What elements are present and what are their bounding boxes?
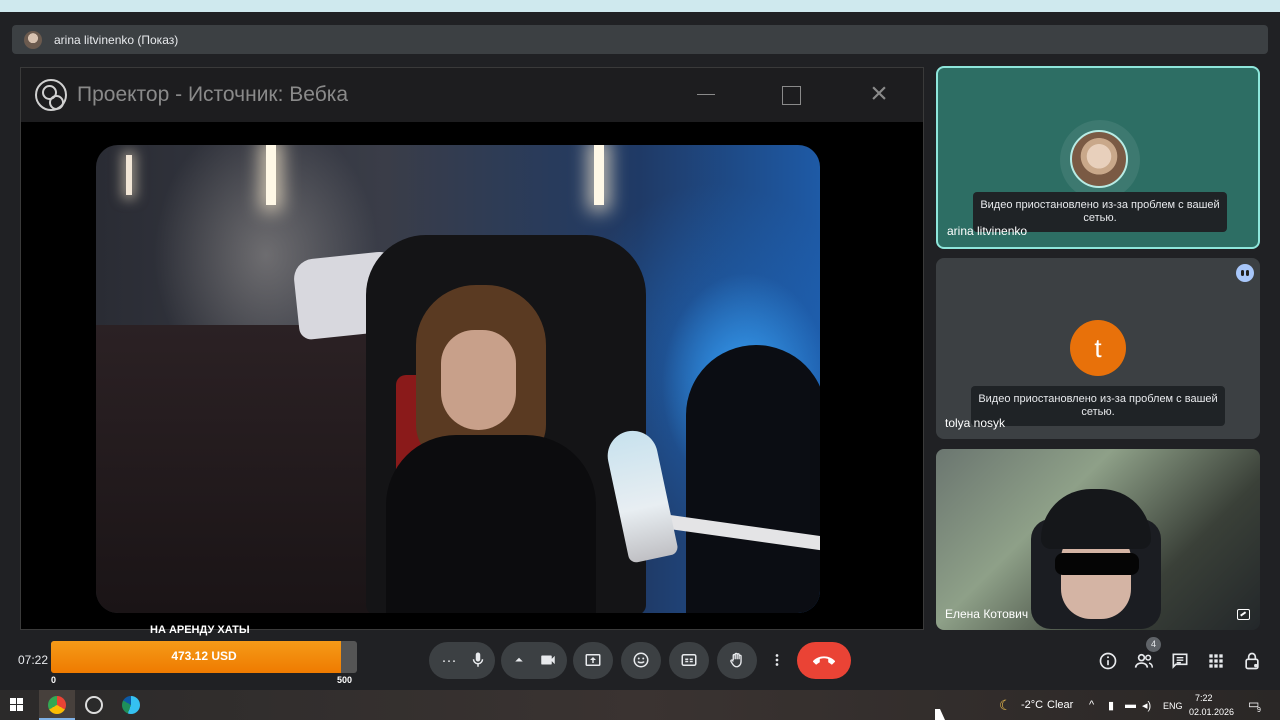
participant-tile[interactable]: Видео приостановлено из-за проблем с ваш… <box>936 66 1260 249</box>
mouse-cursor <box>935 709 945 720</box>
pin-icon[interactable] <box>1237 609 1250 620</box>
raise-hand-icon[interactable] <box>717 642 757 679</box>
end-call-icon <box>813 656 835 665</box>
background-chair <box>686 345 820 613</box>
taskbar-obs[interactable] <box>76 690 112 720</box>
maximize-button[interactable] <box>776 82 806 108</box>
browser-tab-strip <box>0 0 1280 12</box>
projector-titlebar[interactable]: Проектор - Источник: Вебка × <box>21 68 923 122</box>
donation-goal-min: 0 <box>51 675 57 685</box>
tray-volume-icon[interactable]: ◂) <box>1142 699 1151 712</box>
participant-name: arina litvinenko <box>947 224 1028 238</box>
chat-icon[interactable] <box>1170 651 1190 671</box>
end-call-button[interactable] <box>797 642 851 679</box>
wall-lamp <box>126 155 132 195</box>
tray-expand-icon[interactable]: ^ <box>1089 699 1094 711</box>
presenter-bar: arina litvinenko (Показ) <box>12 25 1268 54</box>
activities-icon[interactable] <box>1206 651 1226 671</box>
obs-icon <box>85 696 103 714</box>
webcam-video <box>96 145 820 613</box>
windows-taskbar <box>0 690 1280 720</box>
host-controls-icon[interactable] <box>1242 651 1262 671</box>
obs-logo-icon <box>35 79 67 111</box>
tray-mic-icon[interactable]: ▮ <box>1108 699 1114 712</box>
weather-temp[interactable]: -2°C <box>1021 699 1043 711</box>
participant-tile[interactable]: t Видео приостановлено из-за проблем с в… <box>936 258 1260 439</box>
people-icon[interactable] <box>1134 651 1154 671</box>
donation-goal-max: 500 <box>337 675 353 685</box>
projector-title: Проектор - Источник: Вебка <box>77 83 349 106</box>
avatar <box>1070 130 1128 188</box>
weather-text[interactable]: Clear <box>1047 699 1073 711</box>
notification-count: 9 <box>1257 707 1261 714</box>
presenter-avatar <box>24 30 42 49</box>
participant-name: tolya nosyk <box>945 416 1006 430</box>
more-vert-icon[interactable] <box>757 642 797 679</box>
donation-goal-title: НА АРЕНДУ ХАТЫ <box>150 624 250 636</box>
audio-level-icon <box>1236 264 1254 282</box>
participant-video <box>1031 479 1171 630</box>
language-indicator[interactable]: ENG <box>1163 701 1183 711</box>
taskbar-edge[interactable] <box>113 690 149 720</box>
tray-network-icon[interactable]: ▬ <box>1125 699 1136 711</box>
streamer <box>386 285 626 613</box>
donation-goal-bar: 473.12 USD <box>51 641 357 673</box>
participant-name: Елена Котович <box>945 607 1029 621</box>
meeting-time: 07:22 <box>18 653 49 667</box>
camera-icon[interactable] <box>528 642 568 679</box>
minimize-button[interactable] <box>691 82 721 108</box>
obs-projector-window: Проектор - Источник: Вебка × <box>20 67 924 630</box>
presenter-label: arina litvinenko (Показ) <box>54 32 179 47</box>
chrome-icon <box>48 696 66 714</box>
participant-tile[interactable]: Елена Котович <box>936 449 1260 630</box>
tray-time[interactable]: 7:22 <box>1195 693 1213 703</box>
emoji-icon[interactable] <box>621 642 661 679</box>
windows-start-icon[interactable] <box>10 698 24 712</box>
present-screen-icon[interactable] <box>573 642 613 679</box>
captions-icon[interactable] <box>669 642 709 679</box>
close-button[interactable]: × <box>864 79 894 109</box>
avatar: t <box>1070 320 1126 376</box>
microphone-icon[interactable] <box>458 642 498 679</box>
taskbar-chrome[interactable] <box>39 690 75 720</box>
video-paused-warning: Видео приостановлено из-за проблем с ваш… <box>971 386 1225 426</box>
tray-date[interactable]: 02.01.2026 <box>1189 707 1234 717</box>
donation-goal-amount: 473.12 USD <box>171 649 237 663</box>
wall-lamp <box>266 145 276 205</box>
info-icon[interactable] <box>1098 651 1118 671</box>
weather-moon-icon: ☾ <box>999 697 1012 713</box>
people-count-badge: 4 <box>1146 637 1161 652</box>
edge-icon <box>122 696 140 714</box>
wall-lamp <box>594 145 604 205</box>
